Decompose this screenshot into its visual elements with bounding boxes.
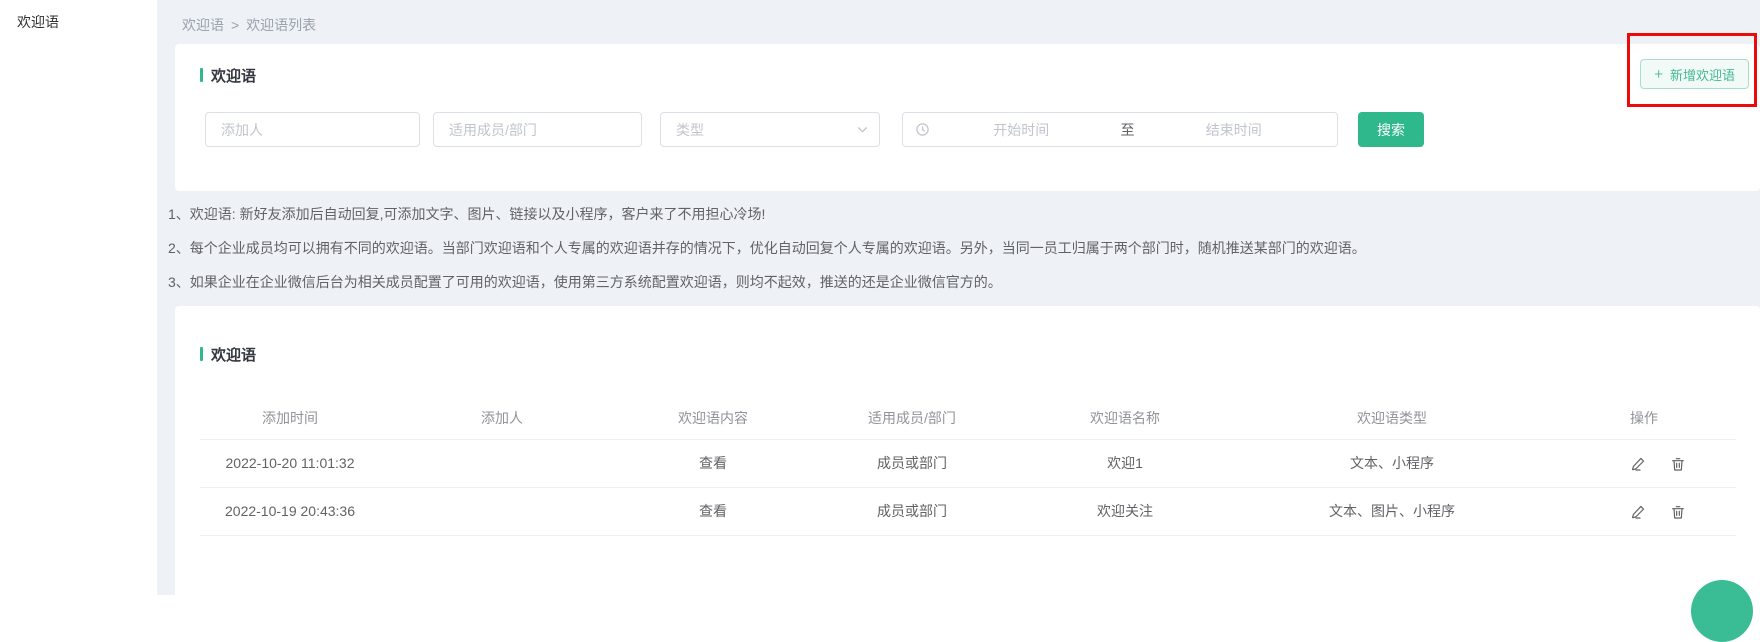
breadcrumb-item-welcome-list[interactable]: 欢迎语列表 <box>246 17 316 33</box>
col-creator: 添加人 <box>380 398 624 439</box>
welcome-message-table: 添加时间 添加人 欢迎语内容 适用成员/部门 欢迎语名称 欢迎语类型 操作 20… <box>200 398 1736 536</box>
tip-line-2: 2、每个企业成员均可以拥有不同的欢迎语。当部门欢迎语和个人专属的欢迎语并存的情况… <box>168 238 1760 259</box>
filter-section-title: 欢迎语 <box>211 65 256 86</box>
view-content-link[interactable]: 查看 <box>699 455 727 471</box>
end-time-placeholder: 结束时间 <box>1143 120 1326 140</box>
date-range-picker[interactable]: 开始时间 至 结束时间 <box>902 112 1338 147</box>
members-department-input[interactable] <box>433 112 642 147</box>
cell-name: 欢迎关注 <box>1022 487 1228 535</box>
filter-section-header: 欢迎语 <box>200 67 1760 83</box>
view-content-link[interactable]: 查看 <box>699 503 727 519</box>
breadcrumb: 欢迎语 > 欢迎语列表 <box>157 0 1760 44</box>
breadcrumb-separator: > <box>231 17 239 33</box>
col-content: 欢迎语内容 <box>624 398 802 439</box>
filter-card: 欢迎语 + 新增欢迎语 类型 开始时间 至 结束时间 搜索 <box>175 44 1760 191</box>
section-accent-bar <box>200 347 203 361</box>
date-range-separator: 至 <box>1113 120 1143 140</box>
creator-input[interactable] <box>205 112 420 147</box>
cell-added-time: 2022-10-19 20:43:36 <box>200 487 380 535</box>
tip-line-3: 3、如果企业在企业微信后台为相关成员配置了可用的欢迎语，使用第三方系统配置欢迎语… <box>168 272 1760 293</box>
add-welcome-button[interactable]: + 新增欢迎语 <box>1640 59 1749 89</box>
cell-name: 欢迎1 <box>1022 439 1228 487</box>
clock-icon <box>915 122 930 137</box>
table-card: 欢迎语 添加时间 添加人 欢迎语内容 适用成员/部门 欢迎语名称 欢迎语类型 操… <box>175 306 1760 606</box>
type-select-placeholder: 类型 <box>676 120 704 140</box>
main-content: 欢迎语>欢迎语列表 欢迎语 + 新增欢迎语 类型 开始 <box>157 0 1760 595</box>
cell-type: 文本、小程序 <box>1228 439 1556 487</box>
cell-members: 成员或部门 <box>802 439 1022 487</box>
cell-creator <box>380 487 624 535</box>
cell-type: 文本、图片、小程序 <box>1228 487 1556 535</box>
table-section-title: 欢迎语 <box>211 344 256 365</box>
edit-icon[interactable] <box>1630 504 1646 520</box>
breadcrumb-item-welcome[interactable]: 欢迎语 <box>182 17 224 33</box>
table-section-header: 欢迎语 <box>200 346 1735 362</box>
add-welcome-button-label: 新增欢迎语 <box>1670 65 1735 84</box>
chevron-down-icon <box>856 123 869 136</box>
col-actions: 操作 <box>1556 398 1736 439</box>
search-button[interactable]: 搜索 <box>1358 112 1424 147</box>
edit-icon[interactable] <box>1630 456 1646 472</box>
cell-creator <box>380 439 624 487</box>
type-select[interactable]: 类型 <box>660 112 880 147</box>
section-accent-bar <box>200 68 203 82</box>
tips-block: 1、欢迎语: 新好友添加后自动回复,可添加文字、图片、链接以及小程序，客户来了不… <box>157 191 1760 293</box>
tip-line-1: 1、欢迎语: 新好友添加后自动回复,可添加文字、图片、链接以及小程序，客户来了不… <box>168 204 1760 225</box>
table-header-row: 添加时间 添加人 欢迎语内容 适用成员/部门 欢迎语名称 欢迎语类型 操作 <box>200 398 1736 439</box>
sidebar-item-welcome-message[interactable]: 欢迎语 <box>0 0 157 44</box>
col-type: 欢迎语类型 <box>1228 398 1556 439</box>
start-time-placeholder: 开始时间 <box>930 120 1113 140</box>
delete-icon[interactable] <box>1670 504 1686 520</box>
table-row: 2022-10-20 11:01:32 查看 成员或部门 欢迎1 文本、小程序 <box>200 439 1736 487</box>
floating-action-button[interactable] <box>1691 580 1753 642</box>
cell-members: 成员或部门 <box>802 487 1022 535</box>
app-window: 欢迎语 欢迎语 > 欢迎语列表 欢迎语 + 新增欢迎语 类型 <box>0 0 1760 595</box>
table-row: 2022-10-19 20:43:36 查看 成员或部门 欢迎关注 文本、图片、… <box>200 487 1736 535</box>
sidebar: 欢迎语 <box>0 0 157 595</box>
plus-icon: + <box>1654 67 1663 82</box>
delete-icon[interactable] <box>1670 456 1686 472</box>
col-added-time: 添加时间 <box>200 398 380 439</box>
cell-added-time: 2022-10-20 11:01:32 <box>200 439 380 487</box>
filter-row: 类型 开始时间 至 结束时间 搜索 <box>200 112 1760 147</box>
col-members: 适用成员/部门 <box>802 398 1022 439</box>
col-name: 欢迎语名称 <box>1022 398 1228 439</box>
